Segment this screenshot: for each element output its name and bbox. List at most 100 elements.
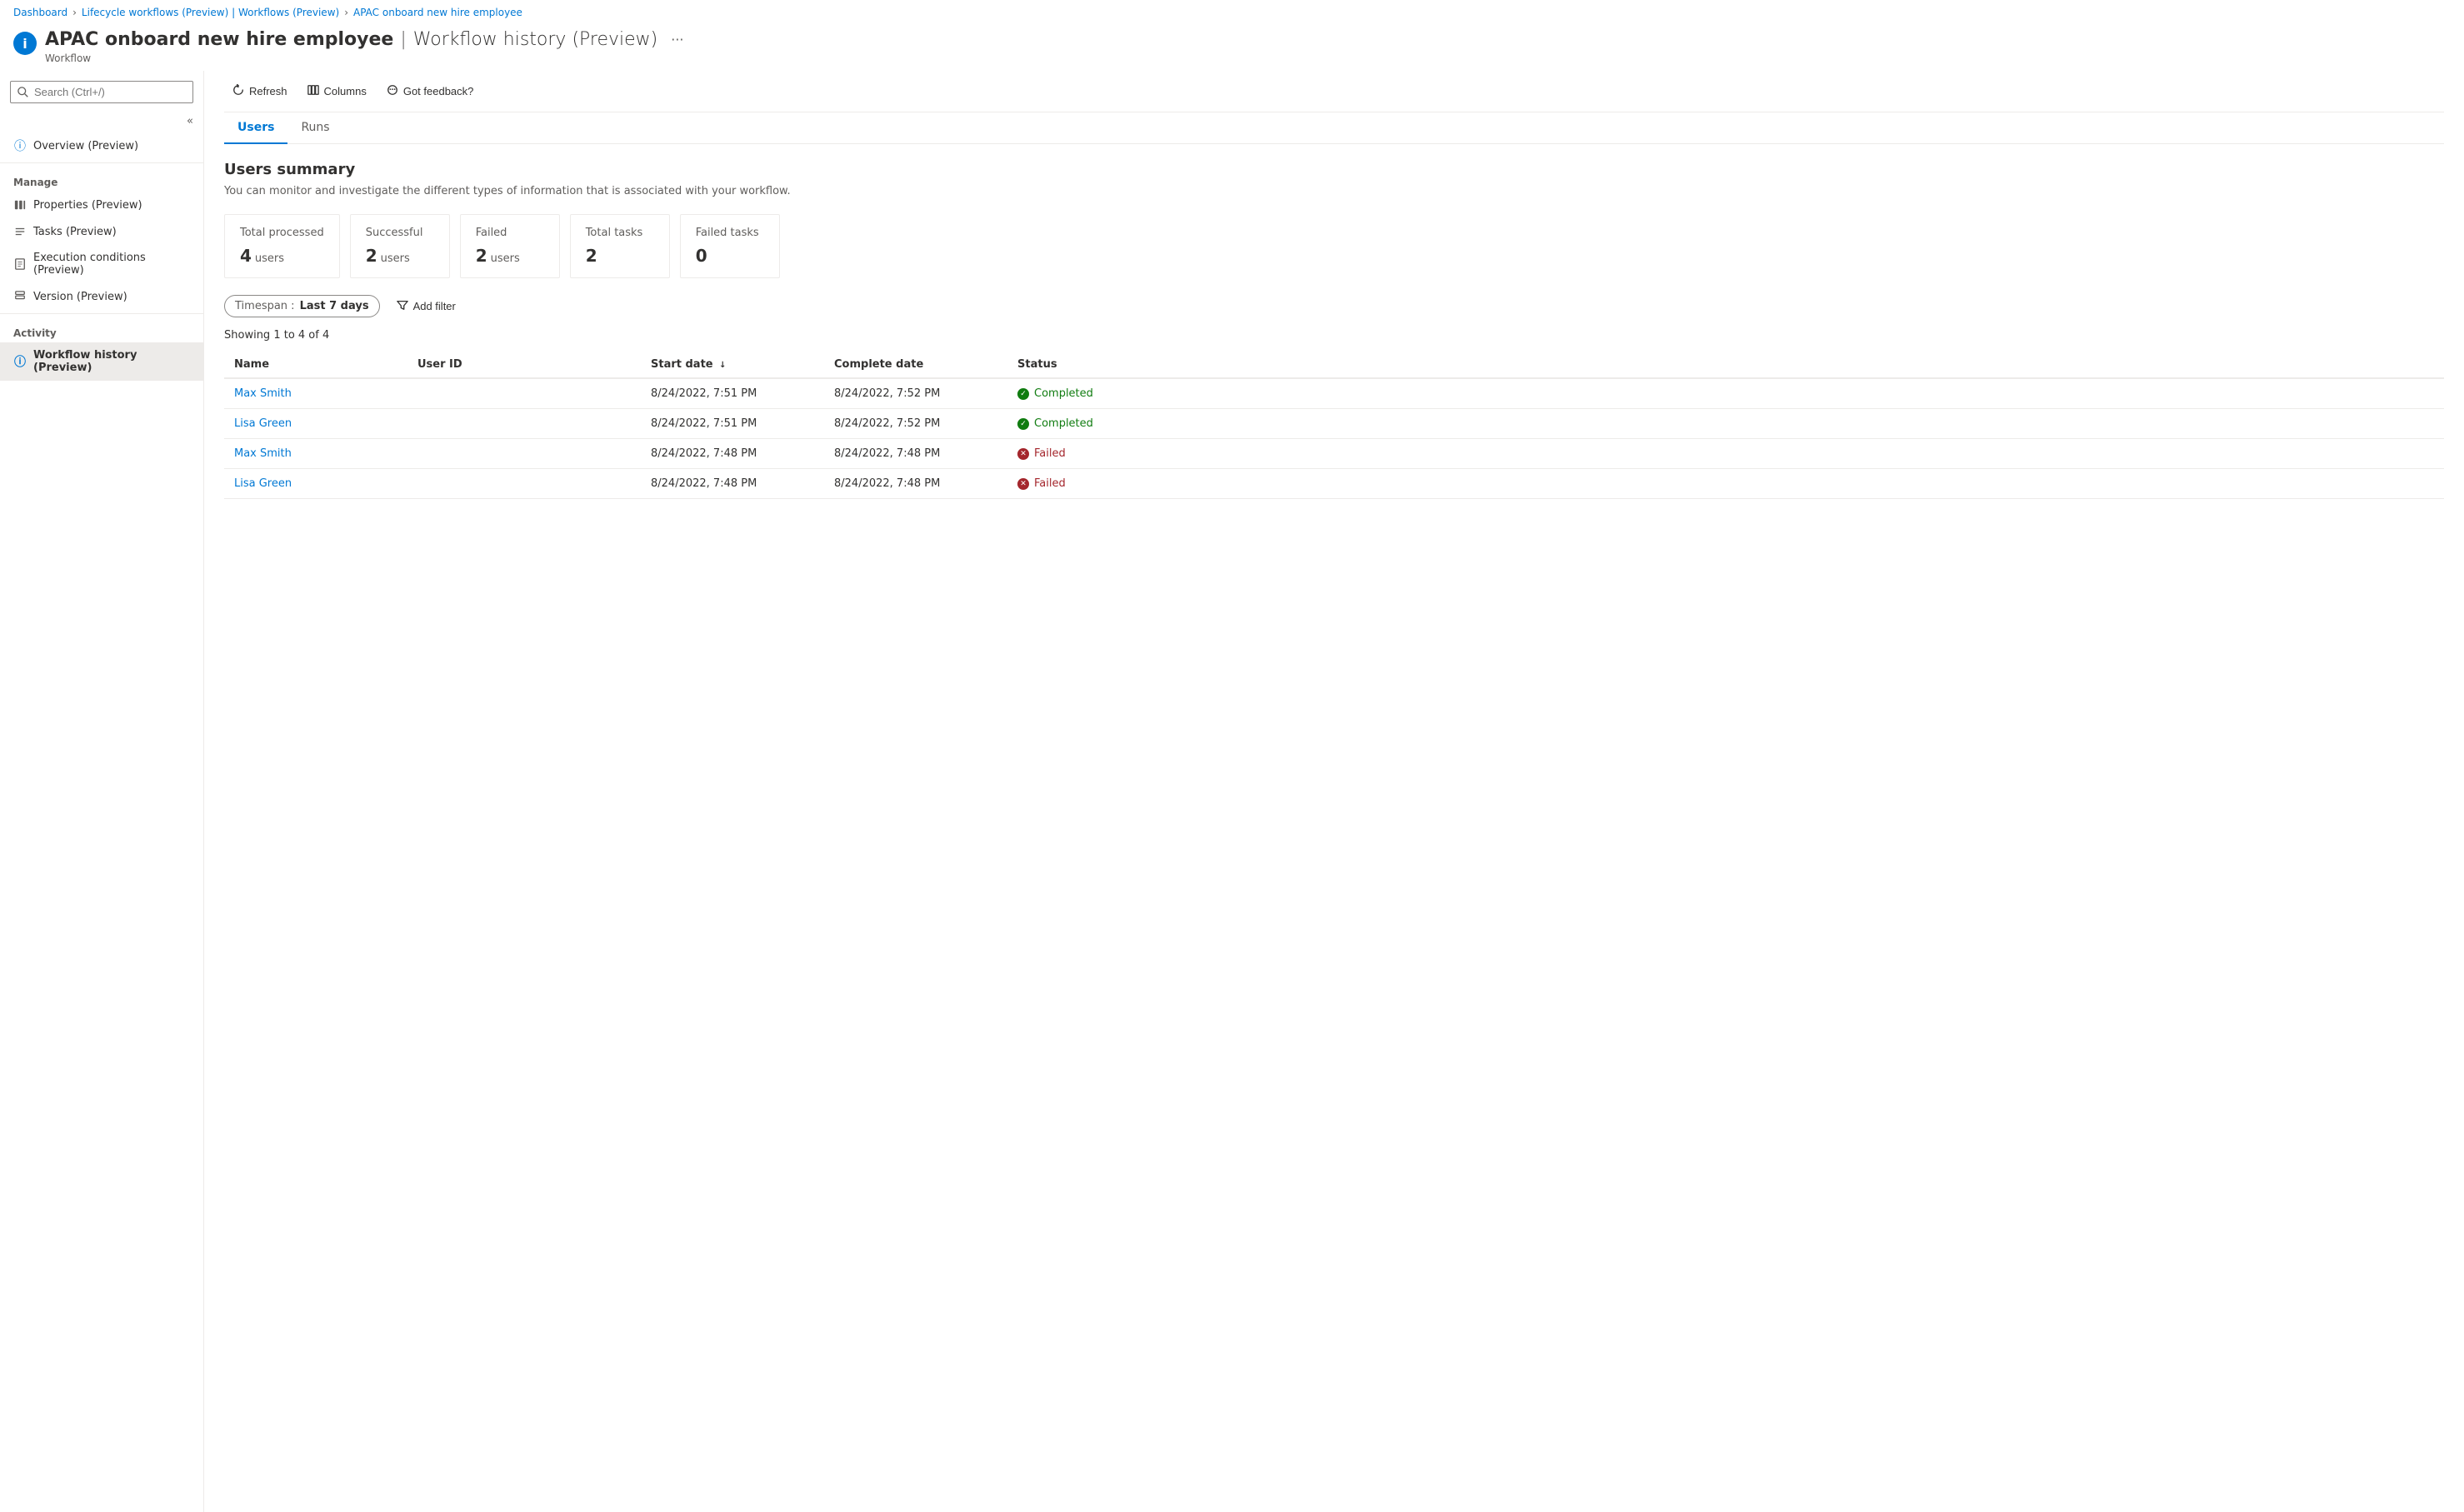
complete-date-cell: 8/24/2022, 7:48 PM <box>824 439 1007 469</box>
status-cell: Failed <box>1007 439 2444 469</box>
status-cell: Completed <box>1007 378 2444 409</box>
breadcrumb: Dashboard › Lifecycle workflows (Preview… <box>0 0 2464 25</box>
col-name[interactable]: Name <box>224 352 407 378</box>
properties-icon <box>13 198 27 212</box>
timespan-filter-chip[interactable]: Timespan : Last 7 days <box>224 295 380 317</box>
users-table: Name User ID Start date ↓ Complete date … <box>224 352 2444 499</box>
table-row: Lisa Green 8/24/2022, 7:51 PM 8/24/2022,… <box>224 409 2444 439</box>
breadcrumb-dashboard[interactable]: Dashboard <box>13 7 67 18</box>
col-start-date[interactable]: Start date ↓ <box>641 352 824 378</box>
user-id-cell <box>407 469 641 499</box>
sort-icon: ↓ <box>719 361 726 370</box>
card-successful-value: 2users <box>366 246 434 266</box>
card-total-processed-value: 4users <box>240 246 324 266</box>
tab-users[interactable]: Users <box>224 112 287 144</box>
status-cell: Completed <box>1007 409 2444 439</box>
section-title: Users summary <box>224 161 2444 178</box>
tasks-icon <box>13 225 27 238</box>
sidebar-manage-section: Manage <box>0 167 203 192</box>
user-id-cell <box>407 409 641 439</box>
col-status[interactable]: Status <box>1007 352 2444 378</box>
refresh-label: Refresh <box>249 85 287 97</box>
sidebar-item-properties[interactable]: Properties (Preview) <box>0 192 203 218</box>
card-failed-tasks-label: Failed tasks <box>696 227 764 239</box>
card-failed: Failed 2users <box>460 214 560 278</box>
feedback-icon <box>387 84 398 98</box>
execution-icon <box>13 257 27 271</box>
add-filter-label: Add filter <box>413 300 456 312</box>
sidebar-search-container <box>10 81 193 103</box>
sidebar-version-label: Version (Preview) <box>33 291 127 303</box>
summary-cards: Total processed 4users Successful 2users… <box>224 214 2444 278</box>
card-successful-label: Successful <box>366 227 434 239</box>
sidebar-overview-label: Overview (Preview) <box>33 140 138 152</box>
sidebar-execution-label: Execution conditions (Preview) <box>33 252 190 277</box>
page-icon: i <box>13 32 37 55</box>
sidebar-properties-label: Properties (Preview) <box>33 199 142 212</box>
sidebar-item-overview[interactable]: ⓘ Overview (Preview) <box>0 132 203 159</box>
card-successful: Successful 2users <box>350 214 450 278</box>
card-failed-tasks-value: 0 <box>696 246 764 266</box>
sidebar-workflow-history-label: Workflow history (Preview) <box>33 349 190 374</box>
refresh-icon <box>232 84 244 98</box>
sidebar-activity-section: Activity <box>0 317 203 342</box>
table-row: Lisa Green 8/24/2022, 7:48 PM 8/24/2022,… <box>224 469 2444 499</box>
feedback-button[interactable]: Got feedback? <box>378 79 482 103</box>
sidebar-item-version[interactable]: Version (Preview) <box>0 283 203 310</box>
user-id-cell <box>407 439 641 469</box>
columns-label: Columns <box>324 85 367 97</box>
user-name-link[interactable]: Lisa Green <box>234 417 292 430</box>
filter-icon <box>397 299 408 313</box>
card-failed-value: 2users <box>476 246 544 266</box>
user-name-link[interactable]: Lisa Green <box>234 477 292 490</box>
page-subtitle: Workflow <box>45 52 687 64</box>
user-name-link[interactable]: Max Smith <box>234 447 292 460</box>
col-user-id[interactable]: User ID <box>407 352 641 378</box>
info-icon: ⓘ <box>13 139 27 152</box>
toolbar: Refresh Columns <box>224 71 2444 112</box>
add-filter-button[interactable]: Add filter <box>388 295 464 317</box>
complete-date-cell: 8/24/2022, 7:48 PM <box>824 469 1007 499</box>
version-icon <box>13 290 27 303</box>
section-description: You can monitor and investigate the diff… <box>224 185 2444 197</box>
filter-chip-value: Last 7 days <box>300 300 369 312</box>
filter-chip-key: Timespan : <box>235 300 295 312</box>
sidebar: « ⓘ Overview (Preview) Manage Properties… <box>0 71 204 1512</box>
page-title: APAC onboard new hire employee <box>45 29 393 50</box>
sidebar-collapse-btn[interactable]: « <box>183 113 197 129</box>
tab-runs[interactable]: Runs <box>287 112 342 144</box>
col-complete-date[interactable]: Complete date <box>824 352 1007 378</box>
card-total-processed: Total processed 4users <box>224 214 340 278</box>
page-header: i APAC onboard new hire employee | Workf… <box>0 25 2464 71</box>
card-failed-label: Failed <box>476 227 544 239</box>
feedback-label: Got feedback? <box>403 85 474 97</box>
sidebar-item-tasks[interactable]: Tasks (Preview) <box>0 218 203 245</box>
ellipsis-menu[interactable]: ··· <box>667 28 687 51</box>
search-input[interactable] <box>10 81 193 103</box>
status-cell: Failed <box>1007 469 2444 499</box>
tabs-container: Users Runs <box>224 112 2444 144</box>
user-name-link[interactable]: Max Smith <box>234 387 292 400</box>
start-date-cell: 8/24/2022, 7:48 PM <box>641 439 824 469</box>
columns-button[interactable]: Columns <box>299 79 375 103</box>
complete-date-cell: 8/24/2022, 7:52 PM <box>824 378 1007 409</box>
complete-date-cell: 8/24/2022, 7:52 PM <box>824 409 1007 439</box>
sidebar-item-execution[interactable]: Execution conditions (Preview) <box>0 245 203 283</box>
user-id-cell <box>407 378 641 409</box>
breadcrumb-apac[interactable]: APAC onboard new hire employee <box>353 7 522 18</box>
title-separator: | <box>400 29 406 50</box>
columns-icon <box>307 84 319 98</box>
card-total-processed-label: Total processed <box>240 227 324 239</box>
card-failed-tasks: Failed tasks 0 <box>680 214 780 278</box>
start-date-cell: 8/24/2022, 7:48 PM <box>641 469 824 499</box>
breadcrumb-lifecycle[interactable]: Lifecycle workflows (Preview) | Workflow… <box>82 7 339 18</box>
table-row: Max Smith 8/24/2022, 7:48 PM 8/24/2022, … <box>224 439 2444 469</box>
card-total-tasks: Total tasks 2 <box>570 214 670 278</box>
card-total-tasks-label: Total tasks <box>586 227 654 239</box>
start-date-cell: 8/24/2022, 7:51 PM <box>641 409 824 439</box>
sidebar-item-workflow-history[interactable]: ⓘ Workflow history (Preview) <box>0 342 203 381</box>
filter-bar: Timespan : Last 7 days Add filter <box>224 295 2444 317</box>
start-date-cell: 8/24/2022, 7:51 PM <box>641 378 824 409</box>
workflow-history-icon: ⓘ <box>13 355 27 368</box>
refresh-button[interactable]: Refresh <box>224 79 296 103</box>
